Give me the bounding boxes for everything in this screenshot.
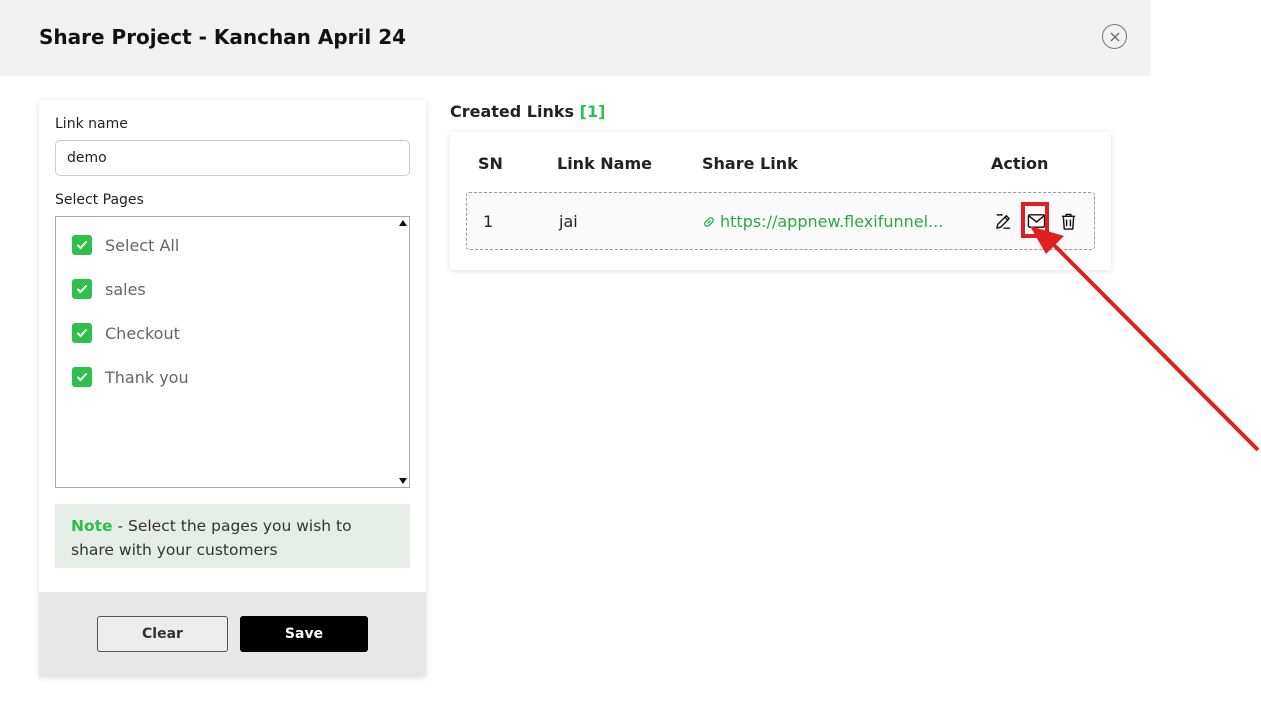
created-links-count: [1] [579, 102, 606, 121]
row-link-name: jai [559, 212, 578, 231]
column-header-link-name: Link Name [557, 154, 652, 173]
share-link[interactable]: https://appnew.flexifunnel... [702, 212, 943, 231]
table-row: 1 jai https://appnew.flexifunnel... [466, 192, 1095, 250]
annotation-highlight-box [1021, 202, 1049, 238]
page-item-checkout[interactable]: Checkout [72, 322, 180, 344]
row-sn: 1 [483, 212, 494, 231]
page-label: Thank you [105, 367, 189, 387]
modal-title: Share Project - Kanchan April 24 [39, 25, 407, 49]
pages-list[interactable]: Select All sales Checkout Thank you [55, 216, 410, 488]
page-label: Select All [105, 235, 180, 255]
checkbox-checked-icon[interactable] [72, 279, 92, 299]
share-link-url: https://appnew.flexifunnel... [720, 212, 944, 231]
trash-icon[interactable] [1057, 210, 1079, 232]
modal-header: Share Project - Kanchan April 24 [0, 0, 1151, 76]
save-button[interactable]: Save [240, 616, 368, 652]
edit-icon[interactable] [992, 210, 1014, 232]
column-header-sn: SN [478, 154, 503, 173]
page-item-thank-you[interactable]: Thank you [72, 366, 189, 388]
column-header-share-link: Share Link [702, 154, 798, 173]
column-header-action: Action [991, 154, 1049, 173]
link-form-panel: Link name Select Pages Select All sales … [39, 100, 426, 677]
page-item-sales[interactable]: sales [72, 278, 146, 300]
scroll-down-arrow-icon[interactable] [399, 478, 407, 484]
page-label: sales [105, 279, 146, 299]
close-circle-icon[interactable] [1102, 24, 1127, 49]
page-label: Checkout [105, 323, 180, 343]
link-icon [702, 215, 716, 229]
link-name-input[interactable] [55, 140, 410, 176]
clear-button[interactable]: Clear [97, 616, 228, 652]
checkbox-checked-icon[interactable] [72, 235, 92, 255]
select-pages-label: Select Pages [55, 192, 144, 208]
note-text: - Select the pages you wish to share wit… [71, 517, 352, 559]
form-footer: Clear Save [39, 592, 426, 677]
checkbox-checked-icon[interactable] [72, 367, 92, 387]
created-links-label: Created Links [450, 102, 575, 121]
page-item-select-all[interactable]: Select All [72, 234, 179, 256]
created-links-title: Created Links [1] [450, 102, 605, 121]
note-label: Note [71, 517, 113, 535]
note-box: Note - Select the pages you wish to shar… [55, 504, 410, 568]
scroll-up-arrow-icon[interactable] [399, 220, 407, 226]
links-table: SN Link Name Share Link Action 1 jai htt… [450, 132, 1111, 270]
share-project-modal: Share Project - Kanchan April 24 Link na… [0, 0, 1151, 713]
checkbox-checked-icon[interactable] [72, 323, 92, 343]
link-name-label: Link name [55, 116, 128, 132]
